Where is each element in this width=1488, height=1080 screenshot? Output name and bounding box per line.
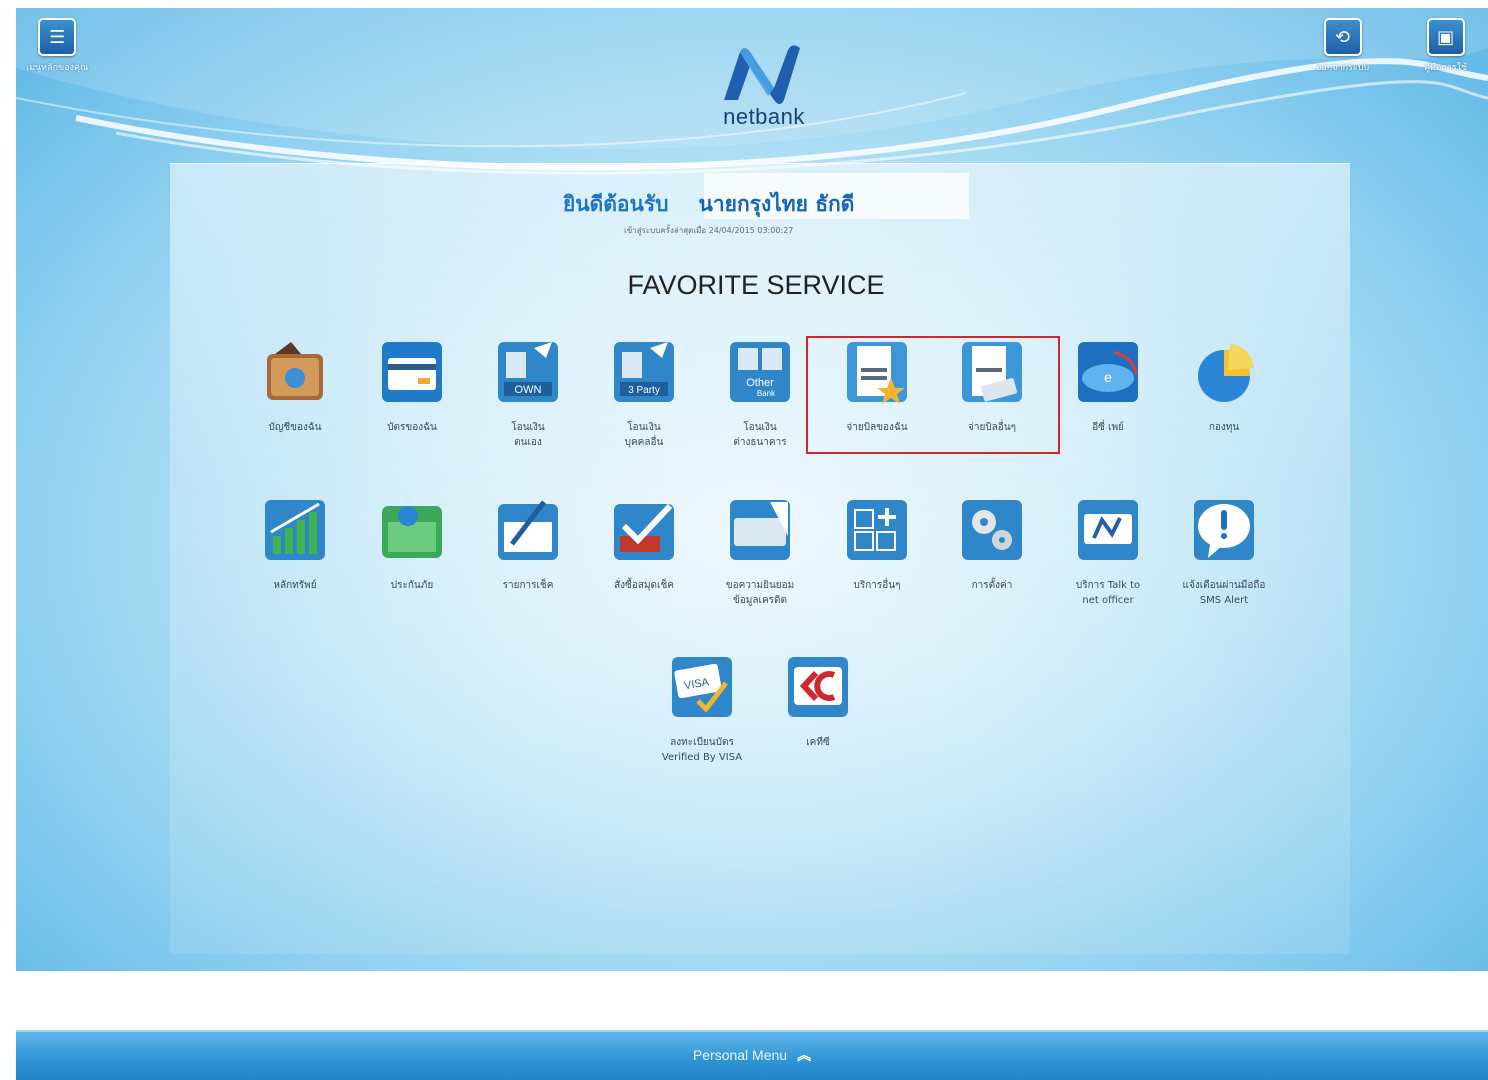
service-credit-consent[interactable]: ขอความยินยอม ข้อมูลเครดิต (710, 496, 810, 608)
credit-icon (730, 500, 790, 560)
service-label: การตั้งค่า (971, 580, 1013, 591)
netbank-logo: netbank (704, 38, 824, 134)
manual-label: คู่มือการใช้ (1424, 63, 1468, 73)
wallet-icon (267, 342, 323, 400)
service-label: บริการ Talk to net officer (1075, 580, 1141, 606)
service-label: โอนเงิน บุคคลอื่น (624, 422, 664, 448)
pie-chart-icon (1198, 344, 1254, 402)
personal-menu-label: Personal Menu (692, 1047, 788, 1063)
menu-icon: ☰ (38, 18, 77, 56)
checkmark-icon (614, 503, 674, 560)
service-label: ประกันภัย (390, 580, 434, 591)
logout-button[interactable]: ⟲ ออกจากระบบ (1316, 18, 1369, 74)
bookmark-icon: ▣ (1426, 18, 1465, 56)
transfer-own-icon: OWN (498, 342, 558, 402)
app-window: ☰ เมนูหลักของคุณ ⟲ ออกจากระบบ ▣ คู่มือกา… (16, 8, 1488, 971)
greeting-text: ยินดีต้อนรับ (563, 192, 669, 216)
personal-menu-label-wrap: Personal Menu ︽ (16, 1045, 1488, 1065)
service-cheque-list[interactable]: รายการเช็ค (478, 496, 578, 593)
service-transfer-3rd-party[interactable]: 3 Party โอนเงิน บุคคลอื่น (594, 338, 694, 450)
service-talk-to-net-officer[interactable]: บริการ Talk to net officer (1058, 496, 1158, 608)
transfer-other-bank-icon: OtherBank (730, 342, 790, 402)
service-label: ลงทะเบียนบัตร Verified By VISA (661, 737, 743, 763)
service-transfer-other-bank[interactable]: Other Bank โอนเงิน ต่างธนาคาร (710, 338, 810, 450)
service-label: โอนเงิน ต่างธนาคาร (733, 422, 787, 448)
service-securities[interactable]: หลักทรัพย์ (245, 496, 345, 593)
manual-button[interactable]: ▣ คู่มือการใช้ (1424, 18, 1467, 74)
service-sms-alert[interactable]: แจ้งเตือนผ่านมือถือ SMS Alert (1174, 496, 1274, 608)
favorite-service-title: FAVORITE SERVICE (627, 270, 885, 300)
main-menu-button[interactable]: ☰ เมนูหลักของคุณ (26, 18, 88, 74)
talk-icon (1078, 500, 1138, 560)
service-label: ขอความยินยอม ข้อมูลเครดิต (725, 580, 795, 606)
logo-text: netbank (723, 104, 805, 129)
transfer-3rd-party-icon: 3 Party (614, 342, 674, 402)
service-label: บัญชีของฉัน (268, 422, 322, 433)
last-login-text: เข้าสู่ระบบครั้งล่าสุดเมื่อ 24/04/2015 0… (624, 226, 794, 235)
service-label: อีซี่ เพย์ (1092, 422, 1124, 433)
service-label: บริการอื่นๆ (853, 580, 901, 591)
svg-text:3 Party: 3 Party (628, 385, 660, 396)
logout-icon: ⟲ (1323, 18, 1362, 56)
easy-pay-icon: e (1078, 342, 1138, 402)
svg-text:Other: Other (746, 377, 774, 389)
card-icon (382, 342, 442, 402)
logout-label: ออกจากระบบ (1316, 63, 1370, 73)
netbank-logo-icon (724, 45, 800, 104)
grid-plus-icon (847, 500, 907, 560)
service-insurance[interactable]: ประกันภัย (362, 496, 462, 593)
service-label: เคทีซี (806, 737, 830, 748)
service-verified-by-visa[interactable]: VISA ลงทะเบียนบัตร Verified By VISA (652, 653, 752, 765)
gear-icon (962, 500, 1022, 560)
service-ktc[interactable]: เคทีซี (768, 653, 868, 750)
service-label: แจ้งเตือนผ่านมือถือ SMS Alert (1182, 580, 1266, 606)
main-menu-label: เมนูหลักของคุณ (26, 63, 89, 73)
service-label: บัตรของฉัน (387, 422, 437, 433)
service-my-card[interactable]: บัตรของฉัน (362, 338, 462, 435)
welcome-heading: ยินดีต้อนรับ นายกรุงไทย ธักดี (563, 188, 854, 221)
service-label: กองทุน (1208, 422, 1240, 433)
visa-icon: VISA (672, 657, 732, 717)
user-name: นายกรุงไทย ธักดี (698, 192, 855, 216)
service-label: รายการเช็ค (502, 580, 554, 591)
service-label: สั่งซื้อสมุดเช็ค (614, 580, 674, 591)
svg-text:e: e (1104, 369, 1112, 385)
svg-text:Bank: Bank (757, 389, 776, 398)
svg-text:OWN: OWN (515, 384, 542, 396)
service-easy-pay[interactable]: e อีซี่ เพย์ (1058, 338, 1158, 435)
service-my-account[interactable]: บัญชีของฉัน (245, 338, 345, 435)
highlight-box (806, 336, 1060, 454)
service-other-services[interactable]: บริการอื่นๆ (827, 496, 927, 593)
service-transfer-own[interactable]: OWN โอนเงิน ตนเอง (478, 338, 578, 450)
service-order-chequebook[interactable]: สั่งซื้อสมุดเช็ค (594, 496, 694, 593)
service-label: หลักทรัพย์ (273, 580, 317, 591)
chevron-up-icon: ︽ (797, 1047, 812, 1063)
ktc-icon (788, 657, 848, 717)
service-label: โอนเงิน ตนเอง (511, 422, 545, 448)
alert-icon (1194, 500, 1254, 560)
insurance-icon (382, 506, 442, 558)
bar-chart-icon (265, 500, 325, 560)
service-settings[interactable]: การตั้งค่า (942, 496, 1042, 593)
personal-menu-bar[interactable]: Personal Menu ︽ (16, 1030, 1488, 1080)
service-fund[interactable]: กองทุน (1174, 338, 1274, 435)
cheque-icon (498, 500, 558, 560)
